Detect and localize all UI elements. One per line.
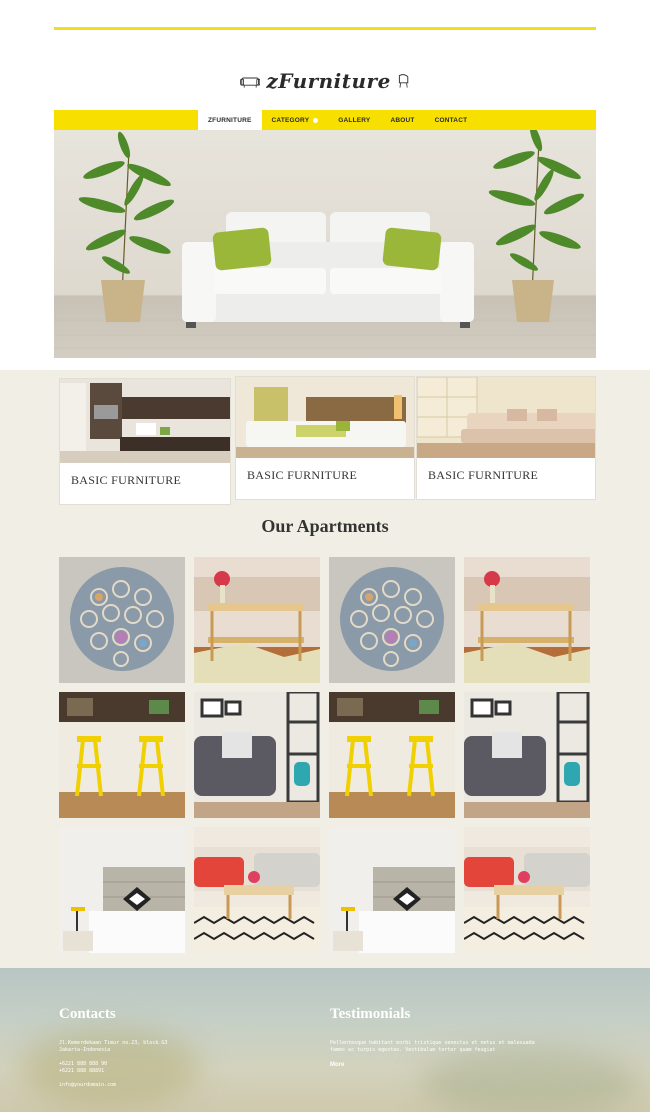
nav-item-zfurniture[interactable]: ZFURNITURE xyxy=(198,110,262,130)
phone-number: +6221 888 88891 xyxy=(59,1068,105,1074)
section-title-apartments: Our Apartments xyxy=(261,516,389,536)
category-card-kitchen[interactable]: BASIC FURNITURE xyxy=(59,378,231,505)
nav-item-gallery[interactable]: GALLERY xyxy=(328,110,380,130)
right-plant-icon xyxy=(488,130,585,322)
address-line: Jl.Kemerdekaan Timur no.23, block.G3 xyxy=(59,1040,168,1046)
contacts-title: Contacts xyxy=(59,1006,116,1022)
apartment-gallery xyxy=(59,557,591,955)
nav-label: ABOUT xyxy=(390,116,415,124)
bedroom-photo xyxy=(236,377,414,458)
nav-label: CONTACT xyxy=(434,116,468,124)
testimonial-text: Pellentesque habitant morbi tristique se… xyxy=(330,1040,535,1046)
gallery-tile-paper-ball[interactable] xyxy=(59,557,185,683)
logo[interactable]: zFurniture xyxy=(240,62,410,100)
nav-item-category[interactable]: CATEGORY xyxy=(262,110,329,130)
logo-text: zFurniture xyxy=(266,69,391,93)
top-accent-line xyxy=(54,27,596,30)
living-room-photo xyxy=(417,377,595,458)
gallery-tile-sofa-rug[interactable] xyxy=(464,827,590,953)
sofa-icon xyxy=(182,212,474,328)
gallery-tile-glass-table[interactable] xyxy=(194,557,320,683)
nav-item-contact[interactable]: CONTACT xyxy=(425,110,478,130)
chair-logo-icon xyxy=(398,74,409,88)
nav-label: GALLERY xyxy=(338,116,371,124)
gallery-tile-paper-ball[interactable] xyxy=(329,557,455,683)
kitchen-photo xyxy=(60,379,230,463)
gallery-tile-bedroom[interactable] xyxy=(329,827,455,953)
testimonials-title: Testimonials xyxy=(330,1006,411,1022)
gallery-tile-gray-armchair[interactable] xyxy=(464,692,590,818)
email-link[interactable]: info@yourdomain.com xyxy=(59,1082,116,1089)
hero-image xyxy=(54,130,596,358)
sofa-logo-icon xyxy=(240,77,261,88)
footer-background-blur xyxy=(420,1048,640,1112)
gallery-tile-gray-armchair[interactable] xyxy=(194,692,320,818)
category-card-bedroom[interactable]: BASIC FURNITURE xyxy=(235,376,415,500)
category-label: BASIC FURNITURE xyxy=(247,468,358,482)
category-label: BASIC FURNITURE xyxy=(428,468,539,482)
left-plant-icon xyxy=(78,131,175,322)
testimonial-text: fames ac turpis egestas. Vestibulum tort… xyxy=(330,1047,496,1053)
nav-item-about[interactable]: ABOUT xyxy=(380,110,424,130)
more-link[interactable]: More xyxy=(330,1062,344,1068)
gallery-tile-yellow-stools[interactable] xyxy=(329,692,455,818)
nav-label: ZFURNITURE xyxy=(208,116,252,124)
dropdown-dot-icon xyxy=(313,117,319,123)
footer: Contacts Jl.Kemerdekaan Timur no.23, blo… xyxy=(0,968,650,1112)
category-card-living[interactable]: BASIC FURNITURE xyxy=(416,376,596,500)
address-line: Jakarta-Indonesia xyxy=(59,1047,111,1053)
gallery-tile-glass-table[interactable] xyxy=(464,557,590,683)
main-nav: ZFURNITURE CATEGORY GALLERY ABOUT CONTAC… xyxy=(54,110,596,130)
gallery-tile-yellow-stools[interactable] xyxy=(59,692,185,818)
category-label: BASIC FURNITURE xyxy=(71,473,182,487)
gallery-tile-bedroom[interactable] xyxy=(59,827,185,953)
phone-number: +6221 888 888 90 xyxy=(59,1061,108,1067)
nav-label: CATEGORY xyxy=(271,116,310,124)
gallery-tile-sofa-rug[interactable] xyxy=(194,827,320,953)
